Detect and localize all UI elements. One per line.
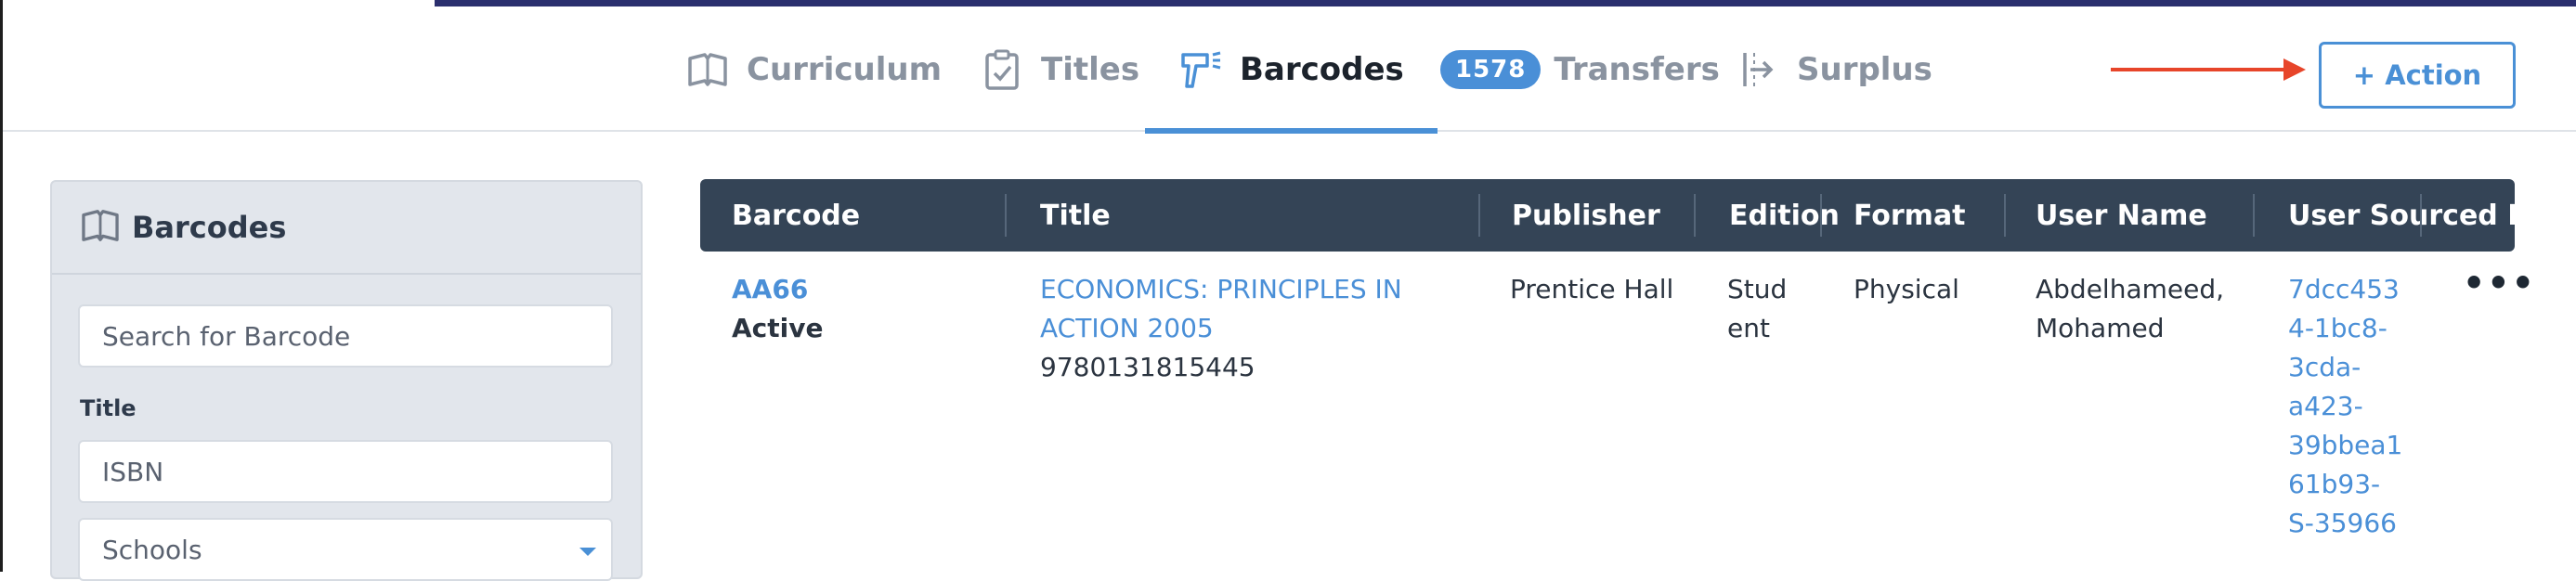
tab-label: Titles <box>1041 50 1140 88</box>
annotation-arrow-head <box>2283 58 2306 81</box>
user-name-cell: Abdelhameed, Mohamed <box>2036 270 2224 348</box>
title-filter-label: Title <box>80 395 137 421</box>
table-body: AA66 Active ECONOMICS: PRINCIPLES IN ACT… <box>700 252 2534 572</box>
column-header-user-sourced-id[interactable]: User Sourced ID <box>2288 179 2541 252</box>
column-header-user-name[interactable]: User Name <box>2036 179 2207 252</box>
column-resize-handle[interactable] <box>2004 194 2006 237</box>
tab-label: Curriculum <box>747 50 942 88</box>
tab-label: Barcodes <box>1240 50 1404 88</box>
tab-curriculum[interactable]: Curriculum <box>685 6 942 132</box>
title-cell: ECONOMICS: PRINCIPLES IN ACTION 2005 978… <box>1040 270 1402 387</box>
barcode-link[interactable]: AA66 <box>732 270 824 309</box>
tab-label: Transfers <box>1554 50 1720 88</box>
active-tab-indicator <box>1145 128 1438 134</box>
column-header-title[interactable]: Title <box>1040 179 1111 252</box>
isbn-input[interactable]: ISBN <box>78 440 613 503</box>
column-resize-handle[interactable] <box>1694 194 1696 237</box>
edition-line: Stud <box>1727 274 1788 304</box>
sourced-id-line: 7dcc453 <box>2288 274 2400 304</box>
column-resize-handle[interactable] <box>2420 194 2422 237</box>
book-icon <box>80 208 121 247</box>
sourced-id-line: 3cda- <box>2288 352 2361 382</box>
top-accent-bar <box>435 0 2576 6</box>
annotation-arrow-shaft <box>2111 68 2293 71</box>
user-name-line: Abdelhameed, <box>2036 274 2225 304</box>
title-link-line[interactable]: ECONOMICS: PRINCIPLES IN <box>1040 270 1402 309</box>
book-icon <box>685 47 730 92</box>
sourced-id-line: 4-1bc8- <box>2288 313 2387 343</box>
table-header: Barcode Title Publisher Edition Format U… <box>700 179 2541 252</box>
clipboard-check-icon <box>980 47 1024 92</box>
barcode-scanner-icon <box>1178 47 1223 92</box>
column-header-publisher[interactable]: Publisher <box>1512 179 1660 252</box>
sidebar-header: Barcodes <box>52 182 641 275</box>
tab-barcodes[interactable]: Barcodes <box>1145 6 1438 134</box>
barcode-cell: AA66 Active <box>732 270 824 348</box>
barcode-search-input[interactable]: Search for Barcode <box>78 304 613 368</box>
column-header-barcode[interactable]: Barcode <box>732 179 860 252</box>
publisher-cell: Prentice Hall <box>1510 274 1674 304</box>
edition-cell: Stud ent <box>1727 270 1787 348</box>
chevron-down-icon <box>579 548 596 556</box>
sourced-id-line: 39bbea1 <box>2288 430 2403 460</box>
edition-line: ent <box>1727 313 1770 343</box>
user-name-line: Mohamed <box>2036 313 2165 343</box>
column-resize-handle[interactable] <box>1005 194 1007 237</box>
sidebar-title: Barcodes <box>132 210 287 245</box>
barcodes-table: Barcode Title Publisher Edition Format U… <box>700 179 2541 572</box>
tab-titles[interactable]: Titles <box>980 6 1139 132</box>
barcode-status: Active <box>732 313 824 343</box>
schools-select-value: Schools <box>102 534 202 565</box>
column-resize-handle[interactable] <box>1820 194 1822 237</box>
column-header-format[interactable]: Format <box>1854 179 1966 252</box>
title-link-line[interactable]: ACTION 2005 <box>1040 309 1402 348</box>
sourced-id-line: a423- <box>2288 391 2363 421</box>
tab-label: Surplus <box>1797 50 1932 88</box>
column-resize-handle[interactable] <box>2253 194 2255 237</box>
top-navigation: Curriculum Titles Barcodes 1578 Transfer… <box>3 6 2576 134</box>
format-cell: Physical <box>1854 274 1959 304</box>
tab-transfers[interactable]: 1578 Transfers <box>1440 6 1720 132</box>
column-resize-handle[interactable] <box>1478 194 1480 237</box>
surplus-arrow-icon <box>1736 47 1780 92</box>
filter-sidebar: Barcodes Search for Barcode Title ISBN S… <box>50 180 643 581</box>
more-options-icon[interactable]: ••• <box>2463 263 2536 303</box>
sourced-id-line: S-35966 <box>2288 508 2397 538</box>
user-sourced-id-cell[interactable]: 7dcc453 4-1bc8- 3cda- a423- 39bbea1 61b9… <box>2288 270 2402 543</box>
add-action-button[interactable]: + Action <box>2319 42 2516 109</box>
tab-surplus[interactable]: Surplus <box>1736 6 1932 132</box>
transfers-count-badge: 1578 <box>1440 49 1542 89</box>
sourced-id-line: 61b93- <box>2288 469 2381 499</box>
column-header-edition[interactable]: Edition <box>1729 179 1840 252</box>
isbn-value: 9780131815445 <box>1040 352 1255 382</box>
